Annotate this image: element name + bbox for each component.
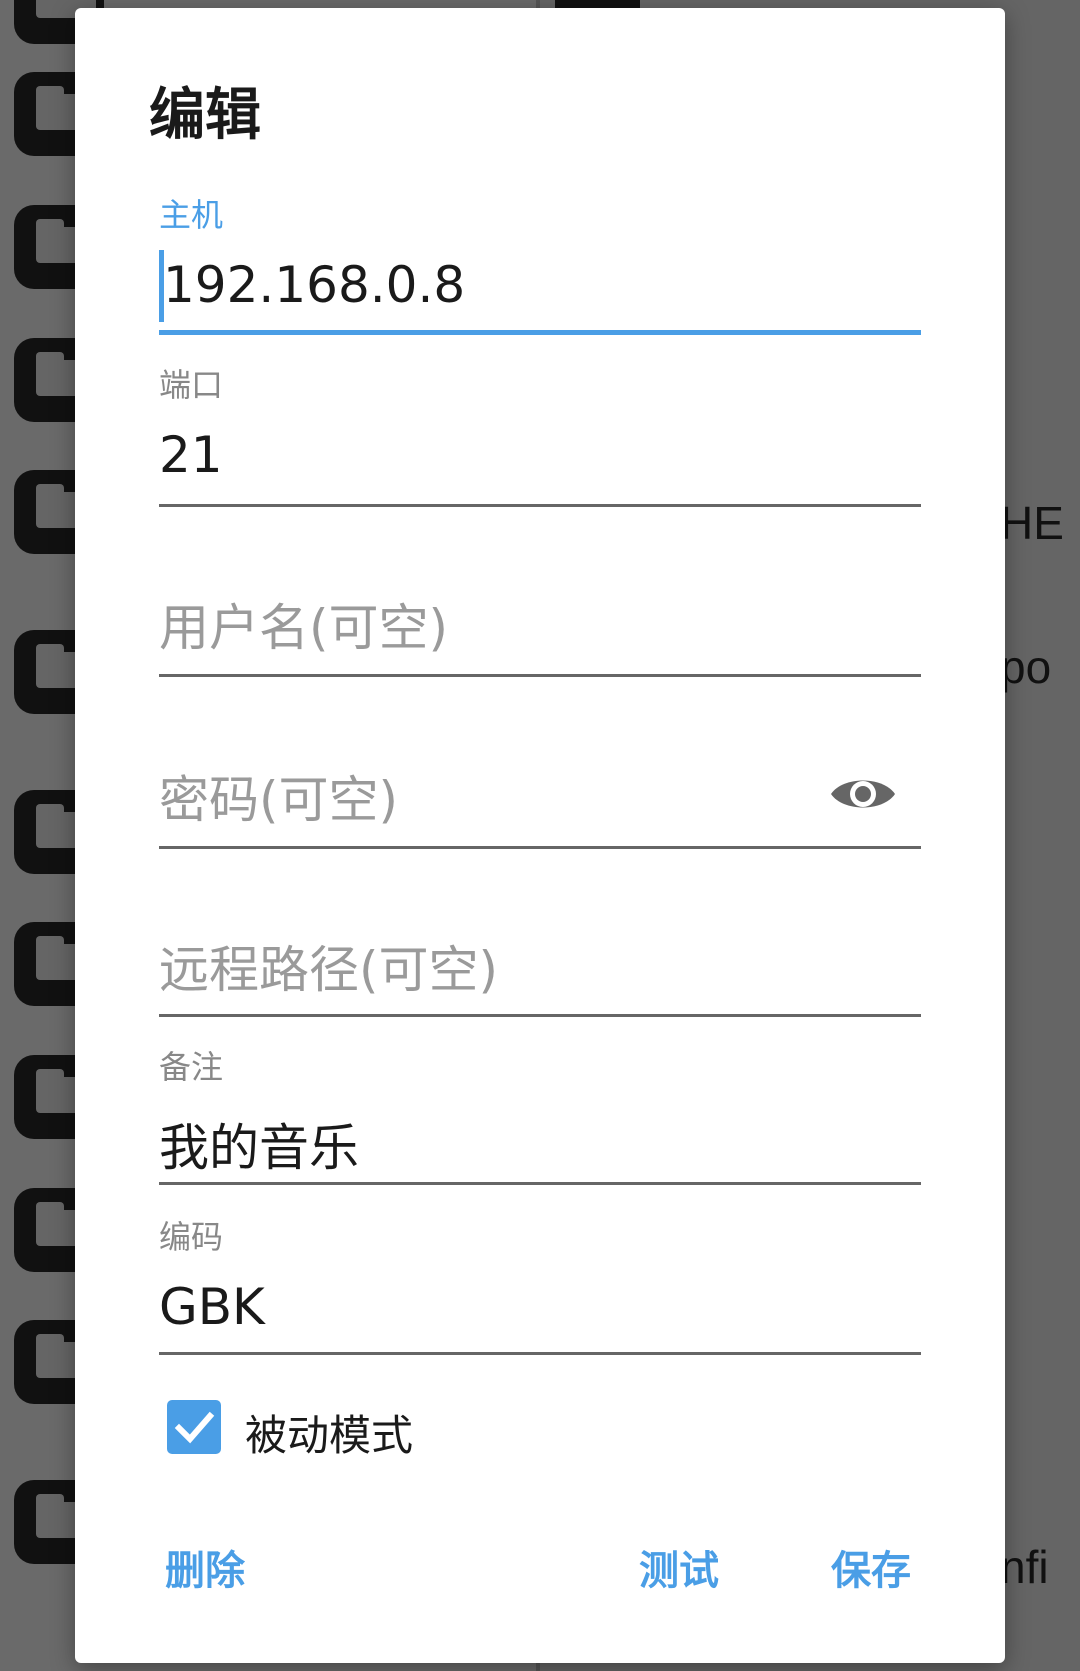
password-underline xyxy=(159,846,921,849)
note-label: 备注 xyxy=(159,1048,224,1086)
dialog-title: 编辑 xyxy=(149,83,261,148)
host-input[interactable]: 192.168.0.8 xyxy=(163,256,465,314)
password-input[interactable]: 密码(可空) xyxy=(159,760,398,832)
username-underline xyxy=(159,674,921,677)
eye-icon[interactable] xyxy=(829,772,897,816)
save-button[interactable]: 保存 xyxy=(831,1538,911,1596)
username-input[interactable]: 用户名(可空) xyxy=(159,588,448,660)
note-underline xyxy=(159,1182,921,1185)
encoding-field[interactable]: 编码 GBK xyxy=(159,1210,921,1360)
note-field[interactable]: 备注 我的音乐 xyxy=(159,1040,921,1190)
remote-path-field[interactable]: 远程路径(可空) xyxy=(159,930,921,1020)
background-text: nfi xyxy=(1000,1541,1049,1593)
port-input[interactable]: 21 xyxy=(159,426,223,484)
host-field[interactable]: 主机 192.168.0.8 xyxy=(159,188,921,338)
remote-path-underline xyxy=(159,1014,921,1017)
encoding-input[interactable]: GBK xyxy=(159,1278,265,1336)
test-button[interactable]: 测试 xyxy=(639,1538,719,1596)
port-field[interactable]: 端口 21 xyxy=(159,358,921,508)
passive-mode-checkbox[interactable] xyxy=(167,1400,221,1454)
username-field[interactable]: 用户名(可空) xyxy=(159,588,921,678)
host-underline xyxy=(159,330,921,335)
port-underline xyxy=(159,504,921,507)
background-text: po xyxy=(1000,641,1052,693)
encoding-label: 编码 xyxy=(159,1218,224,1256)
encoding-underline xyxy=(159,1352,921,1355)
port-label: 端口 xyxy=(159,366,224,404)
edit-dialog: 编辑 主机 192.168.0.8 端口 21 用户名(可空) 密码(可空) 远… xyxy=(75,8,1005,1663)
password-field[interactable]: 密码(可空) xyxy=(159,760,921,850)
host-label: 主机 xyxy=(159,196,224,234)
passive-mode-row[interactable]: 被动模式 xyxy=(167,1400,567,1460)
note-input[interactable]: 我的音乐 xyxy=(159,1108,359,1180)
remote-path-input[interactable]: 远程路径(可空) xyxy=(159,930,498,1002)
delete-button[interactable]: 删除 xyxy=(165,1538,245,1596)
passive-mode-label: 被动模式 xyxy=(245,1411,414,1460)
background-text: HE xyxy=(1000,497,1064,549)
check-icon xyxy=(174,1411,215,1444)
